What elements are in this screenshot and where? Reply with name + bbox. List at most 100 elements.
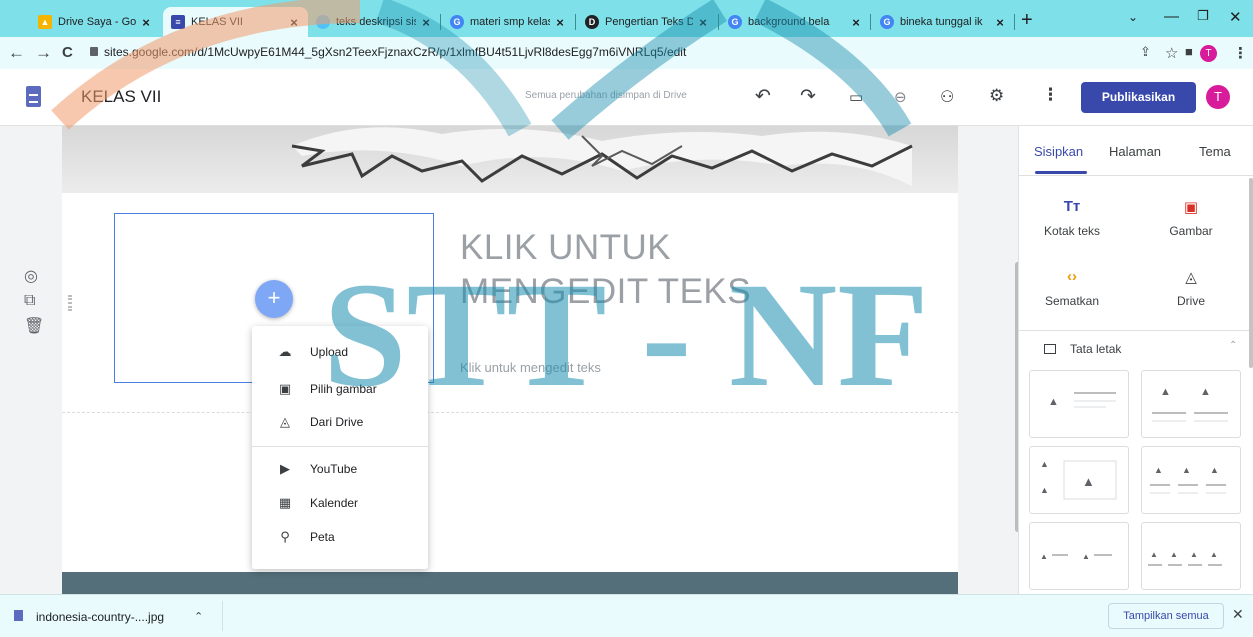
- reload-icon[interactable]: C: [62, 44, 73, 61]
- page-subtext[interactable]: Klik untuk mengedit teks: [460, 360, 601, 375]
- layout-thumb-2[interactable]: ▲ ▲: [1141, 370, 1241, 438]
- close-icon[interactable]: ×: [140, 15, 152, 30]
- palette-icon[interactable]: ◎: [24, 266, 44, 286]
- header-image[interactable]: [62, 126, 958, 193]
- settings-gear-icon[interactable]: ⚙: [989, 86, 1004, 106]
- insert-drive[interactable]: ◬ Drive: [1146, 268, 1236, 308]
- back-icon[interactable]: ←: [8, 43, 25, 63]
- google-icon: G: [880, 15, 894, 29]
- tab-halaman[interactable]: Halaman: [1109, 144, 1161, 159]
- preview-devices-icon[interactable]: ▭: [849, 88, 863, 106]
- layout-thumb-6[interactable]: ▲ ▲ ▲ ▲: [1141, 522, 1241, 590]
- menu-item-kalender[interactable]: ▦ Kalender: [252, 488, 428, 518]
- svg-text:▲: ▲: [1154, 465, 1163, 475]
- tab-drive[interactable]: ▲ Drive Saya - Goo ×: [30, 7, 160, 37]
- text-box-icon: Tт: [1063, 198, 1081, 215]
- page-heading[interactable]: KLIK UNTUK MENGEDIT TEKS: [460, 226, 840, 314]
- minimize-icon[interactable]: —: [1164, 8, 1179, 25]
- close-window-icon[interactable]: ✕: [1229, 8, 1242, 26]
- menu-item-upload[interactable]: ☁ Upload: [252, 337, 428, 367]
- tab-tema[interactable]: Tema: [1199, 144, 1231, 159]
- duplicate-icon[interactable]: ⧉: [24, 292, 44, 310]
- insert-sematkan[interactable]: ‹› Sematkan: [1027, 268, 1117, 308]
- layout-thumb-3[interactable]: ▲ ▲ ▲: [1029, 446, 1129, 514]
- share-person-icon[interactable]: ⚇: [940, 87, 954, 107]
- chevron-up-icon[interactable]: ⌃: [194, 610, 203, 623]
- undo-icon[interactable]: ↶: [755, 85, 771, 108]
- share-icon[interactable]: ⇪: [1140, 44, 1151, 60]
- tab-teks-deskripsi[interactable]: teks deskripsi sis ×: [308, 7, 440, 37]
- section-tools: ◎ ⧉ 🗑: [24, 266, 44, 342]
- svg-text:▲: ▲: [1170, 550, 1178, 559]
- menu-item-pilih-gambar[interactable]: ▣ Pilih gambar: [252, 374, 428, 404]
- svg-text:▲: ▲: [1082, 474, 1095, 489]
- insert-kotak-teks[interactable]: Tт Kotak teks: [1027, 198, 1117, 238]
- add-image-menu: ☁ Upload ▣ Pilih gambar ◬ Dari Drive ▶ Y…: [252, 326, 428, 569]
- publish-button[interactable]: Publikasikan: [1081, 82, 1196, 113]
- menu-item-dari-drive[interactable]: ◬ Dari Drive: [252, 407, 428, 437]
- close-icon[interactable]: ✕: [1232, 606, 1244, 623]
- site-title[interactable]: KELAS VII: [81, 87, 161, 107]
- menu-divider: [252, 446, 428, 447]
- add-image-button[interactable]: +: [255, 280, 293, 318]
- sidebar-icon[interactable]: ■: [1185, 44, 1193, 59]
- lock-icon: [90, 47, 98, 56]
- delete-icon[interactable]: 🗑: [24, 316, 44, 336]
- svg-text:▲: ▲: [1182, 465, 1191, 475]
- svg-text:▲: ▲: [1200, 386, 1211, 398]
- svg-text:▲: ▲: [1040, 459, 1049, 469]
- bookmark-star-icon[interactable]: ☆: [1165, 44, 1178, 62]
- drag-handle[interactable]: [68, 295, 72, 311]
- profile-avatar[interactable]: T: [1200, 45, 1217, 62]
- svg-text:▲: ▲: [1190, 550, 1198, 559]
- account-avatar[interactable]: T: [1206, 85, 1230, 109]
- more-options-icon[interactable]: ⋮: [1042, 85, 1059, 105]
- tab-bineka[interactable]: G bineka tunggal ik ×: [872, 7, 1014, 37]
- sites-logo-icon[interactable]: [26, 86, 41, 107]
- new-tab-button[interactable]: +: [1021, 9, 1033, 32]
- tab-background-bela[interactable]: G background bela ×: [720, 7, 870, 37]
- tab-materi-smp[interactable]: G materi smp kelas ×: [442, 7, 574, 37]
- url-field[interactable]: sites.google.com/d/1McUwpyE61M44_5gXsn2T…: [104, 45, 686, 59]
- close-icon[interactable]: ×: [288, 15, 300, 30]
- menu-item-youtube[interactable]: ▶ YouTube: [252, 454, 428, 484]
- link-icon[interactable]: ⊖: [894, 88, 907, 106]
- layout-thumb-4[interactable]: ▲ ▲ ▲: [1141, 446, 1241, 514]
- right-panel: Sisipkan Halaman Tema Tт Kotak teks ▣ Ga…: [1018, 126, 1253, 594]
- svg-text:▲: ▲: [1082, 552, 1090, 561]
- panel-scrollbar[interactable]: [1249, 178, 1253, 368]
- download-file-name[interactable]: indonesia-country-....jpg: [36, 610, 164, 624]
- insert-gambar[interactable]: ▣ Gambar: [1146, 198, 1236, 238]
- google-sites-icon: ≡: [171, 15, 185, 29]
- tab-pengertian-teks[interactable]: D Pengertian Teks D ×: [577, 7, 717, 37]
- tab-search-icon[interactable]: ⌄: [1128, 10, 1138, 24]
- layout-thumb-1[interactable]: ▲: [1029, 370, 1129, 438]
- collapse-chevron-icon[interactable]: ⌃: [1229, 340, 1237, 351]
- calendar-icon: ▦: [278, 495, 292, 510]
- layout-section-header[interactable]: Tata letak: [1044, 342, 1121, 356]
- google-icon: G: [450, 15, 464, 29]
- footer-section[interactable]: [62, 572, 958, 594]
- close-icon[interactable]: ×: [850, 15, 862, 30]
- embed-icon: ‹›: [1067, 268, 1077, 285]
- layout-thumb-5[interactable]: ▲ ▲: [1029, 522, 1129, 590]
- svg-text:▲: ▲: [1040, 485, 1049, 495]
- close-icon[interactable]: ×: [554, 15, 566, 30]
- layout-grid-icon: [1044, 344, 1056, 354]
- drive-icon: ◬: [280, 414, 290, 429]
- active-tab-indicator: [1035, 171, 1087, 174]
- svg-text:▲: ▲: [1210, 465, 1219, 475]
- close-icon[interactable]: ×: [420, 15, 432, 30]
- close-icon[interactable]: ×: [697, 15, 709, 30]
- forward-icon[interactable]: →: [35, 43, 52, 63]
- image-icon: ▣: [278, 381, 292, 396]
- google-drive-icon: ▲: [38, 15, 52, 29]
- close-icon[interactable]: ×: [994, 15, 1006, 30]
- restore-icon[interactable]: ❐: [1197, 8, 1209, 24]
- menu-kebab-icon[interactable]: ⋮: [1233, 44, 1248, 62]
- tab-kelas-vii[interactable]: ≡ KELAS VII ×: [163, 7, 308, 37]
- redo-icon[interactable]: ↷: [800, 85, 816, 108]
- show-all-button[interactable]: Tampilkan semua: [1108, 603, 1224, 629]
- menu-item-peta[interactable]: ⚲ Peta: [252, 522, 428, 552]
- tab-sisipkan[interactable]: Sisipkan: [1034, 144, 1083, 159]
